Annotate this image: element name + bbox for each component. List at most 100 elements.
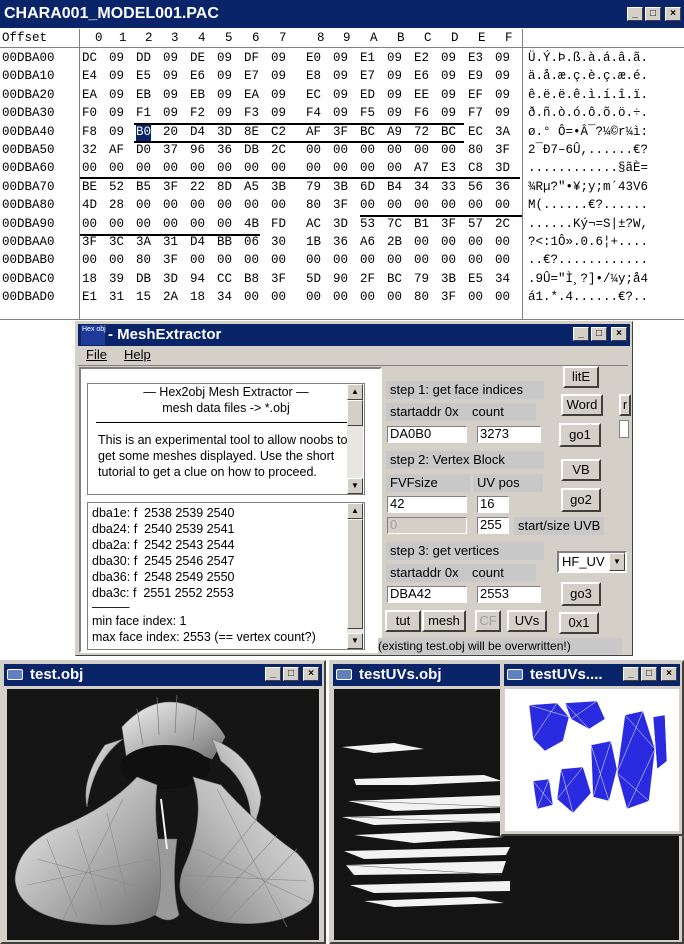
hex-byte[interactable]: 00 <box>387 288 402 306</box>
hex-byte[interactable]: 3D <box>163 270 178 288</box>
hex-byte[interactable]: 37 <box>163 141 178 159</box>
hex-byte[interactable]: EE <box>414 86 429 104</box>
hex-byte[interactable]: E3 <box>441 159 456 177</box>
hex-byte[interactable]: E5 <box>136 67 151 85</box>
hex-byte[interactable]: E4 <box>82 67 97 85</box>
hex-byte[interactable]: 36 <box>217 141 232 159</box>
hex-byte[interactable]: 00 <box>333 251 348 269</box>
hex-byte[interactable]: 09 <box>271 49 286 67</box>
hex-byte[interactable]: 00 <box>109 251 124 269</box>
hex-byte[interactable]: 09 <box>109 67 124 85</box>
hex-byte[interactable]: 00 <box>387 251 402 269</box>
fvf-input[interactable]: 42 <box>387 496 467 513</box>
hex-byte[interactable]: 5D <box>306 270 321 288</box>
hex-byte[interactable]: 30 <box>271 233 286 251</box>
uvpos-input[interactable]: 16 <box>477 496 509 513</box>
maximize-button[interactable]: □ <box>641 667 657 681</box>
hex-byte[interactable]: 3F <box>271 270 286 288</box>
hex-byte[interactable]: 52 <box>109 178 124 196</box>
scroll-up-arrow[interactable]: ▲ <box>347 384 363 400</box>
x1-button[interactable]: 0x1 <box>559 612 599 634</box>
hex-byte[interactable]: E5 <box>468 270 483 288</box>
hex-byte[interactable]: 53 <box>360 215 375 233</box>
hex-byte[interactable]: 3D <box>333 215 348 233</box>
hex-byte[interactable]: FD <box>271 215 286 233</box>
hex-byte[interactable]: 00 <box>271 159 286 177</box>
close-button[interactable]: × <box>303 667 319 681</box>
hex-byte[interactable]: 31 <box>109 288 124 306</box>
hex-byte[interactable]: DF <box>244 49 259 67</box>
hex-byte[interactable]: 31 <box>163 233 178 251</box>
menu-help[interactable]: Help <box>124 347 151 362</box>
hex-byte[interactable]: 00 <box>271 251 286 269</box>
hex-byte[interactable]: 00 <box>387 141 402 159</box>
hex-byte[interactable]: 96 <box>190 141 205 159</box>
step3-addr-input[interactable]: DBA42 <box>387 586 467 603</box>
go1-button[interactable]: go1 <box>559 423 601 447</box>
hex-byte[interactable]: D4 <box>190 233 205 251</box>
hex-byte[interactable]: 00 <box>360 251 375 269</box>
hex-byte[interactable]: 00 <box>163 215 178 233</box>
hex-byte[interactable]: DB <box>244 141 259 159</box>
hex-byte[interactable]: 3A <box>136 233 151 251</box>
hex-byte[interactable]: 09 <box>163 86 178 104</box>
hex-byte[interactable]: 8E <box>244 123 259 141</box>
hex-byte[interactable]: 00 <box>306 251 321 269</box>
hex-byte[interactable]: 09 <box>333 49 348 67</box>
hex-byte[interactable]: 4B <box>244 215 259 233</box>
uvb-size-input[interactable]: 255 <box>477 517 509 534</box>
hex-byte[interactable]: 15 <box>136 288 151 306</box>
log-scrollbar[interactable]: ▲ ▼ <box>347 503 363 649</box>
hex-byte[interactable]: 00 <box>333 159 348 177</box>
hex-row[interactable]: 00DBA50 32 AF D0 37 96 36 DB 2C 00 00 00 00 00 00 80 3F 2… <box>0 141 684 159</box>
hex-byte[interactable]: 79 <box>414 270 429 288</box>
step3-count-input[interactable]: 2553 <box>477 586 541 603</box>
hex-byte[interactable]: 00 <box>217 215 232 233</box>
hex-byte[interactable]: 36 <box>333 233 348 251</box>
hex-byte[interactable]: BE <box>82 178 97 196</box>
hex-byte[interactable]: C8 <box>468 159 483 177</box>
go2-button[interactable]: go2 <box>561 488 601 512</box>
log-textbox[interactable]: dba1e: f 2538 2539 2540 dba24: f 2540 253… <box>87 502 365 650</box>
hex-byte[interactable]: BB <box>217 233 232 251</box>
hex-byte[interactable]: AC <box>306 215 321 233</box>
minimize-button[interactable]: _ <box>573 327 589 341</box>
close-button[interactable]: × <box>611 327 627 341</box>
hex-byte[interactable]: F5 <box>360 104 375 122</box>
hex-byte[interactable]: 90 <box>333 270 348 288</box>
hex-byte[interactable]: 4D <box>82 196 97 214</box>
hex-byte[interactable]: EA <box>82 86 97 104</box>
hex-byte[interactable]: 00 <box>82 215 97 233</box>
info-scrollbar[interactable]: ▲ ▼ <box>347 384 363 494</box>
hex-byte[interactable]: 2C <box>495 215 510 233</box>
hex-byte[interactable]: A9 <box>387 123 402 141</box>
hex-byte[interactable]: 06 <box>244 233 259 251</box>
hex-byte[interactable]: 00 <box>495 251 510 269</box>
hex-byte[interactable]: 00 <box>190 159 205 177</box>
hex-byte[interactable]: F6 <box>414 104 429 122</box>
maximize-button[interactable]: □ <box>283 667 299 681</box>
slider-track[interactable] <box>619 420 629 438</box>
step1-addr-input[interactable]: DA0B0 <box>387 426 467 443</box>
hex-byte[interactable]: 3F <box>333 123 348 141</box>
hex-byte[interactable]: 00 <box>414 141 429 159</box>
hex-byte[interactable]: 09 <box>441 67 456 85</box>
hex-byte[interactable]: 80 <box>306 196 321 214</box>
uvs-button[interactable]: UVs <box>507 610 547 632</box>
hex-byte[interactable]: 09 <box>271 104 286 122</box>
hex-byte[interactable]: 2F <box>360 270 375 288</box>
hex-byte[interactable]: 80 <box>136 251 151 269</box>
hex-byte[interactable]: AF <box>109 141 124 159</box>
hex-byte[interactable]: 3F <box>441 288 456 306</box>
hex-byte[interactable]: 09 <box>333 104 348 122</box>
hex-byte[interactable]: 00 <box>109 215 124 233</box>
hex-byte[interactable]: 09 <box>217 49 232 67</box>
hex-byte[interactable]: 09 <box>163 67 178 85</box>
hex-byte[interactable]: 3F <box>82 233 97 251</box>
hex-titlebar[interactable]: CHARA001_MODEL001.PAC _ □ × <box>0 0 684 28</box>
minimize-button[interactable]: _ <box>623 667 639 681</box>
hex-byte[interactable]: 18 <box>82 270 97 288</box>
hex-byte[interactable]: E3 <box>468 49 483 67</box>
hex-byte[interactable]: E1 <box>82 288 97 306</box>
hex-byte[interactable]: 00 <box>414 251 429 269</box>
